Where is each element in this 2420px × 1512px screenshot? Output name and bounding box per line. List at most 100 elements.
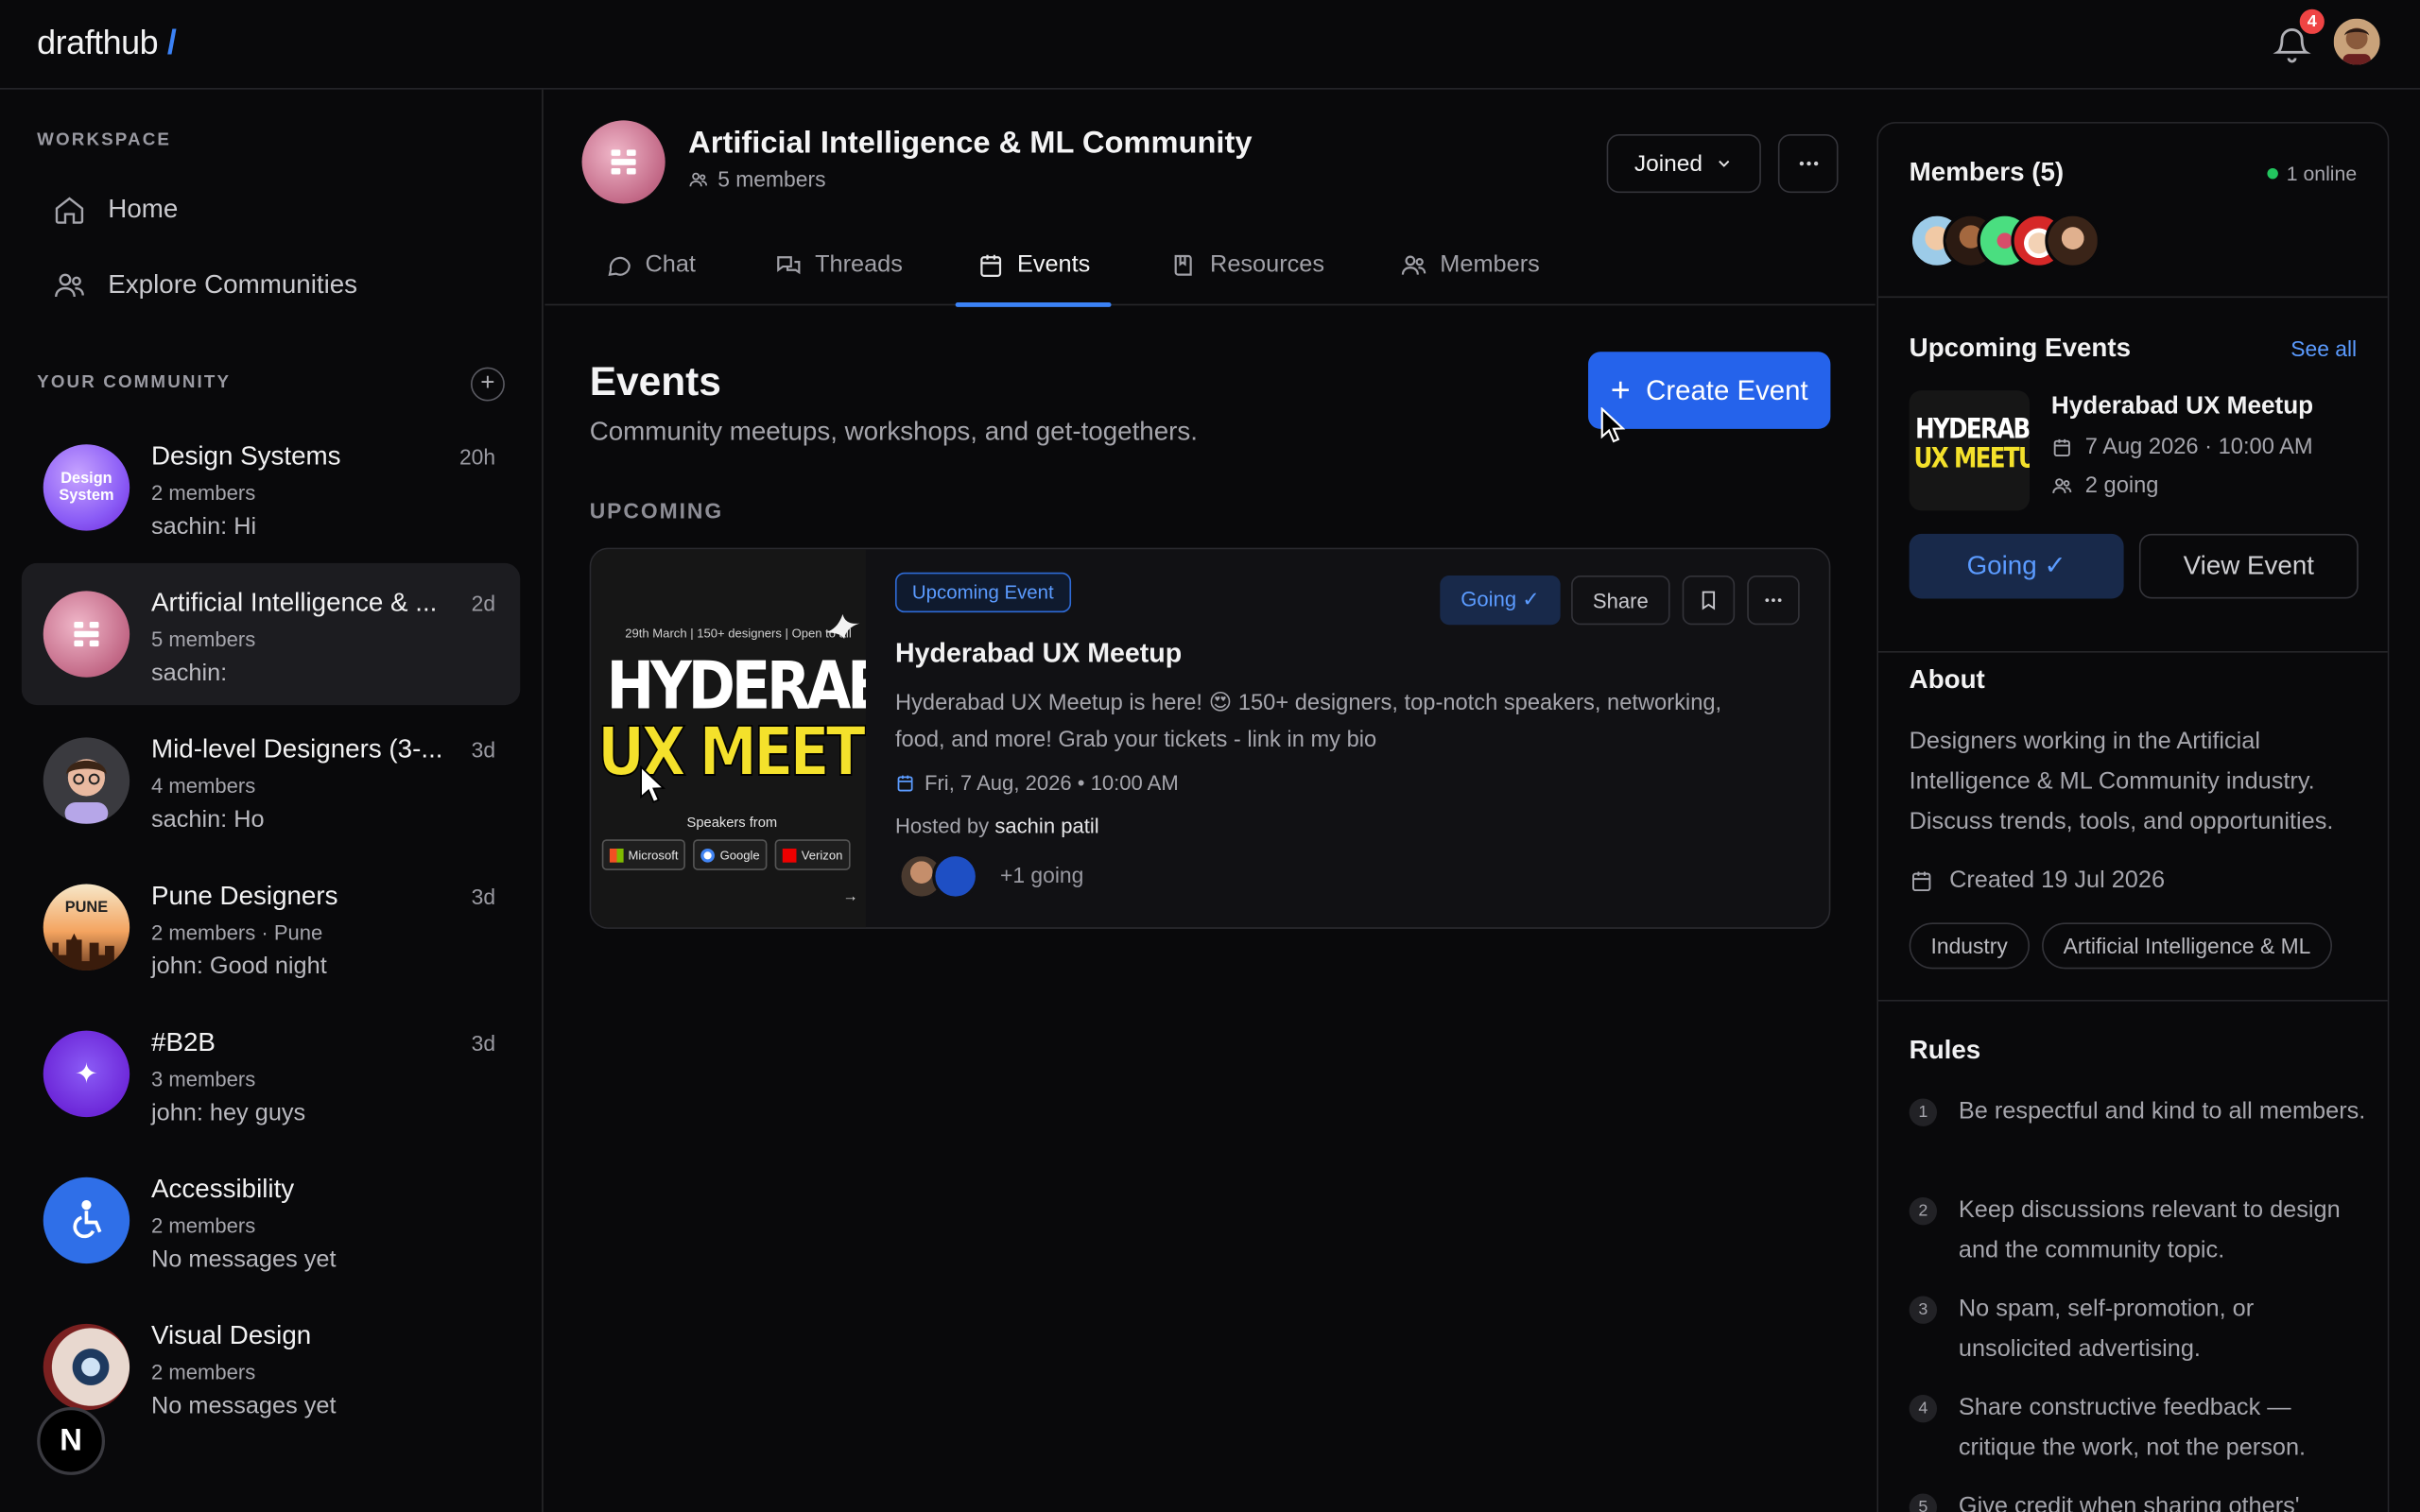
google-logo: Google <box>693 839 768 870</box>
avatar <box>932 852 979 900</box>
community-item-pune-designers[interactable]: PUNE Pune Designers 3d 2 members · Pune … <box>22 856 520 998</box>
rule-number: 1 <box>1909 1098 1938 1126</box>
app: drafthub/ 4 WORKSPACE Home Explore Commu… <box>0 0 2420 1512</box>
event-date: Fri, 7 Aug, 2026 • 10:00 AM <box>895 771 1179 795</box>
poster-tagline: 29th March | 150+ designers | Open to al… <box>625 626 852 641</box>
event-description: Hyderabad UX Meetup is here! 😍 150+ desi… <box>894 691 1722 753</box>
tab-members[interactable]: Members <box>1378 225 1562 305</box>
community-item-design-systems[interactable]: Design System Design Systems 20h 2 membe… <box>22 417 520 558</box>
rule-number: 2 <box>1909 1196 1938 1226</box>
community-meta: 2 members <box>151 1213 256 1238</box>
host-name[interactable]: sachin patil <box>994 815 1098 837</box>
bookmark-button[interactable] <box>1682 575 1736 626</box>
sidebar: WORKSPACE Home Explore Communities YOUR … <box>0 89 544 1512</box>
more-horizontal-icon <box>1798 161 1818 166</box>
event-poster[interactable]: 29th March | 150+ designers | Open to al… <box>591 549 866 928</box>
rules-title: Rules <box>1909 1035 1981 1065</box>
joined-dropdown-button[interactable]: Joined <box>1606 134 1761 194</box>
chevron-down-icon <box>1719 160 1730 167</box>
events-title: Events <box>589 357 721 404</box>
plus-icon: + <box>1610 369 1631 409</box>
rule-item: 1 Be respectful and kind to all members. <box>1909 1092 2373 1132</box>
community-time: 3d <box>471 737 496 763</box>
community-name: Artificial Intelligence & ... <box>151 588 438 618</box>
rule-number: 3 <box>1909 1296 1938 1324</box>
chat-icon <box>608 256 631 276</box>
tab-label: Chat <box>645 251 696 278</box>
about-title: About <box>1909 664 1985 695</box>
community-header-avatar <box>581 120 666 204</box>
community-time: 20h <box>458 444 496 470</box>
members-title: Members (5) <box>1909 157 2065 187</box>
sparkle-icon: ✦ <box>75 1057 98 1089</box>
calendar-icon <box>897 775 913 792</box>
thumb-line1: HYDERABAD <box>1915 411 2030 446</box>
rule-item: 4 Share constructive feedback — critique … <box>1909 1388 2373 1469</box>
calendar-icon <box>1912 871 1931 892</box>
tab-resources[interactable]: Resources <box>1149 225 1346 305</box>
upcoming-label: UPCOMING <box>589 498 724 524</box>
tag-industry[interactable]: Industry <box>1909 922 2030 970</box>
community-meta: 2 members · Pune <box>151 920 323 945</box>
community-last-message: sachin: Hi <box>151 513 257 541</box>
community-item-b2b[interactable]: ✦ #B2B 3d 3 members john: hey guys <box>22 1003 520 1144</box>
logo-label: Microsoft <box>628 848 679 862</box>
community-more-button[interactable] <box>1777 134 1839 194</box>
community-last-message: sachin: <box>151 660 228 687</box>
panel-going-button[interactable]: Going ✓ <box>1909 533 2124 599</box>
tab-label: Threads <box>815 251 903 278</box>
threads-icon <box>777 256 801 275</box>
community-item-visual-design[interactable]: Visual Design 2 members No messages yet <box>22 1296 520 1437</box>
rule-item: 2 Keep discussions relevant to design and… <box>1909 1191 2373 1271</box>
top-bar: drafthub/ 4 <box>0 0 2420 90</box>
nav-home[interactable]: Home <box>37 179 515 240</box>
upcoming-event-badge: Upcoming Event <box>894 572 1071 613</box>
community-last-message: john: Good night <box>151 954 327 980</box>
microsoft-logo: Microsoft <box>601 839 686 870</box>
share-button[interactable]: Share <box>1571 575 1670 626</box>
community-meta: 2 members <box>151 481 256 505</box>
event-going-count: +1 going <box>999 862 1084 887</box>
avatar-text: Design System <box>59 470 114 505</box>
events-subtitle: Community meetups, workshops, and get-to… <box>589 416 1199 446</box>
community-item-accessibility[interactable]: Accessibility 2 members No messages yet <box>22 1149 520 1291</box>
going-button[interactable]: Going ✓ <box>1440 575 1561 626</box>
created-date: Created 19 Jul 2026 <box>1910 868 2165 895</box>
tab-threads[interactable]: Threads <box>753 225 925 305</box>
create-event-label: Create Event <box>1646 373 1808 405</box>
community-name: Accessibility <box>151 1174 295 1204</box>
upcoming-event-thumbnail[interactable]: HYDERABAD UX MEETUP <box>1909 390 2031 511</box>
users-icon <box>2052 478 2072 494</box>
community-avatar <box>43 1177 130 1264</box>
mouse-cursor-icon <box>1600 407 1626 443</box>
workspace-label: WORKSPACE <box>37 130 172 150</box>
upcoming-event-name[interactable]: Hyderabad UX Meetup <box>2051 393 2313 421</box>
brand-logo[interactable]: drafthub / <box>37 23 177 62</box>
view-event-button[interactable]: View Event <box>2138 533 2359 599</box>
community-item-mid-level[interactable]: Mid-level Designers (3-... 3d 4 members … <box>22 710 520 851</box>
nav-explore-communities[interactable]: Explore Communities <box>37 254 515 316</box>
layers-icon <box>611 149 636 175</box>
add-community-button[interactable]: + <box>470 367 505 402</box>
event-card[interactable]: 29th March | 150+ designers | Open to al… <box>589 547 1831 929</box>
tag-ai-ml[interactable]: Artificial Intelligence & ML <box>2041 922 2333 970</box>
event-more-button[interactable] <box>1747 575 1800 626</box>
about-text: Designers working in the Artificial Inte… <box>1909 728 2334 835</box>
nav-home-label: Home <box>108 194 179 224</box>
online-status: 1 online <box>2268 162 2357 185</box>
next-devtools-button[interactable]: N <box>37 1407 106 1475</box>
see-all-link[interactable]: See all <box>2290 336 2357 361</box>
community-avatar <box>43 1323 130 1411</box>
tab-label: Resources <box>1210 251 1325 278</box>
tab-events[interactable]: Events <box>955 225 1113 307</box>
user-avatar[interactable] <box>2333 18 2380 65</box>
event-name[interactable]: Hyderabad UX Meetup <box>895 637 1182 669</box>
attendee-avatars <box>898 852 979 900</box>
community-item-ai-ml[interactable]: Artificial Intelligence & ... 2d 5 membe… <box>21 562 521 706</box>
member-avatars[interactable] <box>1909 213 2101 269</box>
community-tabs: Chat Threads Events Resources Members <box>544 225 1876 307</box>
main-content: Artificial Intelligence & ML Community 5… <box>544 90 1876 1512</box>
tab-chat[interactable]: Chat <box>583 225 717 305</box>
rule-text: Be respectful and kind to all members. <box>1958 1098 2366 1125</box>
created-text: Created 19 Jul 2026 <box>1949 867 2166 894</box>
